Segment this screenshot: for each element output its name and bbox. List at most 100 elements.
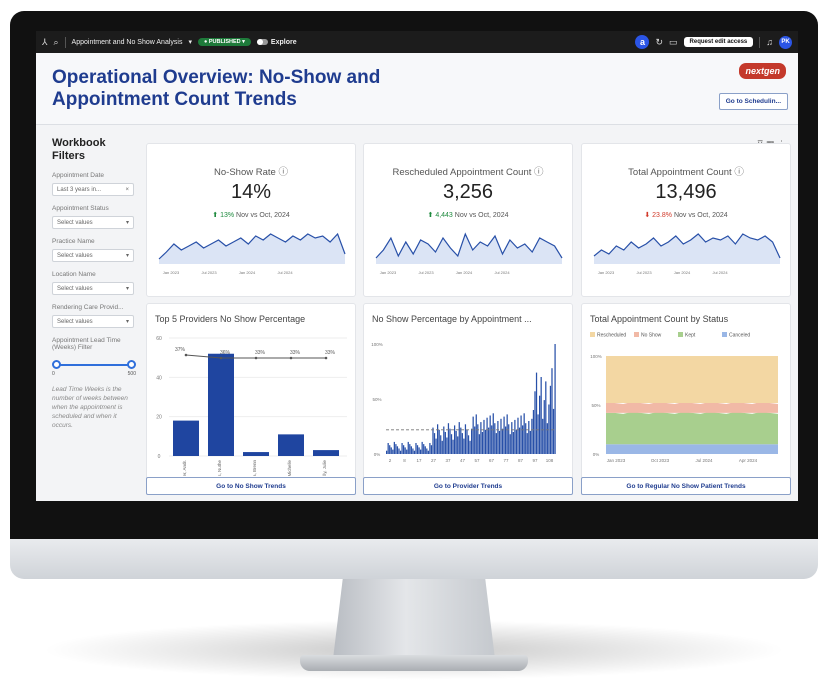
histogram-bar[interactable] <box>497 421 499 454</box>
histogram-bar[interactable] <box>523 413 525 454</box>
clear-icon[interactable]: × <box>125 187 129 193</box>
histogram-bar[interactable] <box>543 400 545 454</box>
histogram-bar[interactable] <box>520 415 522 455</box>
histogram-bar[interactable] <box>492 413 494 454</box>
search-icon[interactable]: ⌕ <box>54 37 59 48</box>
histogram-bar[interactable] <box>467 435 470 454</box>
histogram-bar[interactable] <box>515 429 518 454</box>
histogram-bar[interactable] <box>551 368 553 454</box>
chevron-down-icon[interactable]: ▾ <box>126 318 129 325</box>
lead-time-slider[interactable] <box>52 359 136 371</box>
filter-select[interactable]: Select values ▾ <box>52 216 134 229</box>
histogram-bar[interactable] <box>396 446 399 454</box>
histogram-bar[interactable] <box>466 429 468 454</box>
histogram-bar[interactable] <box>518 427 521 454</box>
info-icon[interactable]: ⓘ <box>534 167 544 178</box>
histogram-bar[interactable] <box>478 434 480 454</box>
histogram-bar[interactable] <box>403 445 405 454</box>
histogram-bar[interactable] <box>452 439 454 454</box>
go-to-regular-no-show-button[interactable]: Go to Regular No Show Patient Trends <box>581 477 791 495</box>
histogram-bar[interactable] <box>532 410 535 454</box>
histogram-bar[interactable] <box>427 450 429 454</box>
histogram-bar[interactable] <box>418 447 420 454</box>
go-to-no-show-trends-button[interactable]: Go to No Show Trends <box>146 477 356 495</box>
histogram-bar[interactable] <box>395 444 397 454</box>
histogram-bar[interactable] <box>535 372 538 454</box>
histogram-bar[interactable] <box>399 450 402 454</box>
histogram-bar[interactable] <box>423 444 425 454</box>
histogram-bar[interactable] <box>537 414 539 454</box>
histogram-bar[interactable] <box>505 426 507 455</box>
histogram-bar[interactable] <box>469 440 471 454</box>
histogram-bar[interactable] <box>498 430 501 454</box>
chevron-down-icon[interactable]: ▾ <box>126 285 129 292</box>
chevron-down-icon[interactable]: ▾ <box>188 38 192 46</box>
histogram-bar[interactable] <box>393 441 395 454</box>
go-to-scheduling-button[interactable]: Go to Schedulin... <box>718 93 788 110</box>
histogram-bar[interactable] <box>481 432 484 454</box>
status-area[interactable] <box>606 444 778 454</box>
histogram-bar[interactable] <box>386 450 388 454</box>
info-icon[interactable]: ⓘ <box>734 167 744 178</box>
histogram-bar[interactable] <box>503 416 505 454</box>
histogram-bar[interactable] <box>461 433 463 454</box>
histogram-bar[interactable] <box>534 391 536 454</box>
histogram-bar[interactable] <box>421 441 423 454</box>
request-edit-access-button[interactable]: Request edit access <box>683 37 754 47</box>
histogram-bar[interactable] <box>531 418 533 454</box>
histogram-bar[interactable] <box>542 418 544 454</box>
explore-toggle[interactable]: Explore <box>256 39 297 46</box>
histogram-bar[interactable] <box>415 443 417 454</box>
histogram-bar[interactable] <box>424 446 426 454</box>
provider-bar[interactable] <box>208 353 234 456</box>
histogram-bar[interactable] <box>509 434 511 454</box>
filter-select[interactable]: Select values ▾ <box>52 315 134 328</box>
histogram-bar[interactable] <box>420 449 422 454</box>
slider-handle-max[interactable] <box>127 360 136 369</box>
histogram-bar[interactable] <box>401 443 403 454</box>
histogram-bar[interactable] <box>404 447 406 454</box>
histogram-bar[interactable] <box>511 422 513 454</box>
histogram-bar[interactable] <box>471 428 473 454</box>
status-area[interactable] <box>606 402 778 413</box>
histogram-bar[interactable] <box>409 444 411 454</box>
histogram-bar[interactable] <box>433 433 436 454</box>
histogram-bar[interactable] <box>450 434 453 454</box>
histogram-bar[interactable] <box>484 429 487 454</box>
histogram-bar[interactable] <box>501 428 504 454</box>
histogram-bar[interactable] <box>429 443 431 454</box>
app-logo-icon[interactable]: a <box>635 35 650 49</box>
filter-select[interactable]: Select values ▾ <box>52 249 134 262</box>
histogram-bar[interactable] <box>455 430 457 454</box>
provider-bar[interactable] <box>243 452 269 456</box>
histogram-bar[interactable] <box>464 424 467 454</box>
histogram-bar[interactable] <box>440 435 442 454</box>
histogram-bar[interactable] <box>447 423 450 454</box>
histogram-bar[interactable] <box>472 416 474 454</box>
go-to-provider-trends-button[interactable]: Go to Provider Trends <box>363 477 573 495</box>
histogram-bar[interactable] <box>554 344 556 454</box>
histogram-bar[interactable] <box>426 448 428 455</box>
histogram-bar[interactable] <box>475 414 477 454</box>
histogram-bar[interactable] <box>449 428 451 454</box>
chevron-down-icon[interactable]: ▾ <box>126 252 129 259</box>
provider-bar[interactable] <box>278 434 304 456</box>
histogram-bar[interactable] <box>529 430 531 454</box>
histogram-bar[interactable] <box>483 419 485 454</box>
histogram-bar[interactable] <box>489 415 491 455</box>
status-badge[interactable]: ● PUBLISHED ▾ <box>197 38 251 46</box>
histogram-bar[interactable] <box>443 426 445 455</box>
histogram-bar[interactable] <box>412 448 414 455</box>
histogram-bar[interactable] <box>525 423 527 454</box>
histogram-bar[interactable] <box>406 449 408 454</box>
histogram-bar[interactable] <box>438 429 440 454</box>
refresh-icon[interactable]: ↻ <box>655 37 663 48</box>
histogram-bar[interactable] <box>387 443 389 454</box>
histogram-bar[interactable] <box>398 448 400 455</box>
histogram-bar[interactable] <box>457 436 459 454</box>
histogram-bar[interactable] <box>494 423 496 454</box>
info-icon[interactable]: ⓘ <box>278 167 288 178</box>
histogram-bar[interactable] <box>526 433 528 454</box>
histogram-bar[interactable] <box>539 395 541 454</box>
histogram-bar[interactable] <box>552 408 555 454</box>
